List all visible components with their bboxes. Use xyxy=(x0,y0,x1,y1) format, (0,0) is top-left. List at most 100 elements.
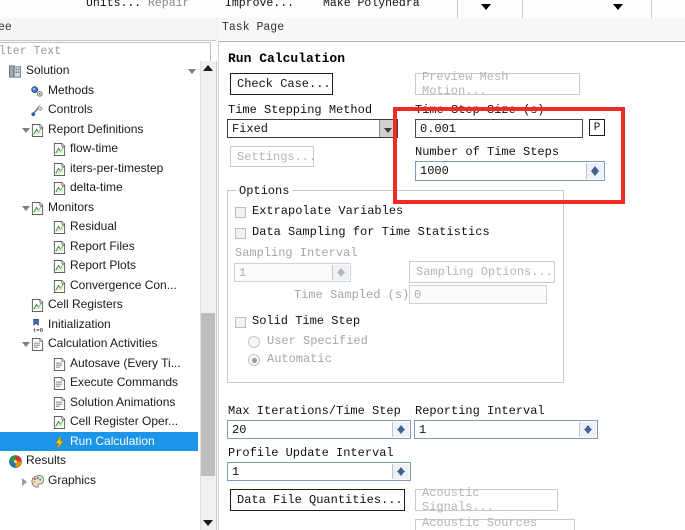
tree-item-initialization[interactable]: t=0 Initialization xyxy=(0,315,198,335)
activity-icon xyxy=(52,396,66,410)
task-page: Run Calculation Check Case... Preview Me… xyxy=(218,41,685,530)
scrollbar-thumb[interactable] xyxy=(201,313,215,476)
twisty-collapsed-icon[interactable] xyxy=(22,477,27,486)
tree-item-flow-time[interactable]: flow-time xyxy=(0,139,198,159)
activity-icon xyxy=(30,337,44,352)
profile-update-interval-input[interactable]: 1 xyxy=(227,462,411,481)
tree-item-report-definitions[interactable]: Report Definitions xyxy=(0,120,198,140)
reporting-interval-input[interactable]: 1 xyxy=(414,420,598,439)
max-iterations-input[interactable]: 20 xyxy=(227,420,411,439)
automatic-label[interactable]: Automatic xyxy=(267,352,332,366)
solid-time-step-checkbox[interactable] xyxy=(235,317,246,328)
user-specified-label[interactable]: User Specified xyxy=(267,334,368,348)
chevron-down-icon[interactable] xyxy=(613,4,623,10)
report-icon xyxy=(52,259,66,274)
tree-item-label: Residual xyxy=(70,219,117,233)
number-of-time-steps-label: Number of Time Steps xyxy=(415,145,560,159)
tree-item-label: Execute Commands xyxy=(70,375,179,389)
profile-button[interactable]: P xyxy=(589,119,605,136)
tree-panel-header: ee xyxy=(0,18,216,41)
toolbar-item-make-polyhedra[interactable]: Make Polyhedra xyxy=(323,0,420,10)
tree-item-label: Autosave (Every Ti... xyxy=(70,355,181,370)
solid-time-step-label[interactable]: Solid Time Step xyxy=(252,314,360,328)
tree-item-execute-commands[interactable]: Execute Commands xyxy=(0,373,198,393)
profile-update-interval-value: 1 xyxy=(232,464,240,479)
tree-item-monitors[interactable]: Monitors xyxy=(0,198,198,218)
data-sampling-checkbox[interactable] xyxy=(235,228,246,239)
sampling-interval-stepper[interactable] xyxy=(332,265,349,280)
tree-item-graphics[interactable]: Graphics xyxy=(0,471,198,491)
scroll-down-icon[interactable] xyxy=(203,520,213,526)
report-icon xyxy=(52,162,66,176)
tree-item-label: Solution Animations xyxy=(70,394,176,409)
tree-item-methods[interactable]: Methods xyxy=(0,81,198,101)
max-iterations-value: 20 xyxy=(232,422,247,437)
acoustic-signals-button[interactable]: Acoustic Signals... xyxy=(415,486,558,514)
tree-item-label: Run Calculation xyxy=(70,433,155,448)
tree-item-solution[interactable]: Solution xyxy=(0,61,198,81)
tree-item-run-calculation[interactable]: Run Calculation xyxy=(0,431,198,451)
report-icon xyxy=(52,220,66,235)
sampling-interval-value: 1 xyxy=(239,265,247,280)
sampling-options-button[interactable]: Sampling Options... xyxy=(409,261,555,283)
data-sampling-label[interactable]: Data Sampling for Time Statistics xyxy=(252,225,490,239)
automatic-radio[interactable] xyxy=(248,354,260,366)
twisty-expanded-icon[interactable] xyxy=(188,69,196,74)
reporting-interval-stepper[interactable] xyxy=(579,422,596,437)
chevron-down-icon[interactable] xyxy=(481,4,491,10)
sampling-interval-label: Sampling Interval xyxy=(235,246,358,260)
tree-item-delta-time[interactable]: delta-time xyxy=(0,178,198,198)
tree-item-cell-registers[interactable]: Cell Registers xyxy=(0,295,198,315)
time-stepping-method-select[interactable]: Fixed xyxy=(227,119,398,138)
tree-item-calculation-activities[interactable]: Calculation Activities xyxy=(0,334,198,354)
max-iterations-stepper[interactable] xyxy=(392,422,409,437)
extrapolate-variables-checkbox[interactable] xyxy=(235,207,246,218)
twisty-expanded-icon[interactable] xyxy=(22,205,30,211)
tree-item-results[interactable]: Results xyxy=(0,451,198,471)
settings-button[interactable]: Settings... xyxy=(230,146,316,167)
tree-item-label: Cell Registers xyxy=(48,297,123,311)
tree-item-cell-register-oper[interactable]: Cell Register Oper... xyxy=(0,412,198,432)
tree-item-autosave-every-ti[interactable]: Autosave (Every Ti... xyxy=(0,354,198,374)
toolbar-item-units[interactable]: Units... xyxy=(86,0,141,10)
time-step-size-value: 0.001 xyxy=(420,121,457,136)
tree-item-label: iters-per-timestep xyxy=(70,160,164,175)
preview-mesh-motion-button[interactable]: Preview Mesh Motion... xyxy=(415,70,580,98)
tree-item-report-files[interactable]: Report Files xyxy=(0,237,198,257)
report-icon xyxy=(52,181,66,196)
controls-icon xyxy=(30,103,44,117)
time-step-size-input[interactable]: 0.001 xyxy=(415,119,583,138)
twisty-expanded-icon[interactable] xyxy=(22,342,30,347)
tree-scrollbar[interactable] xyxy=(200,61,216,530)
extrapolate-variables-label[interactable]: Extrapolate Variables xyxy=(252,204,403,218)
profile-update-interval-stepper[interactable] xyxy=(392,464,409,479)
tree-item-label: Report Files xyxy=(70,238,135,253)
tree-item-residual[interactable]: Residual xyxy=(0,217,198,237)
tree-item-convergence-con[interactable]: Convergence Con... xyxy=(0,276,198,296)
tree-item-controls[interactable]: Controls xyxy=(0,100,198,120)
tree-item-label: Graphics xyxy=(48,472,97,487)
check-case-button[interactable]: Check Case... xyxy=(230,73,333,95)
twisty-expanded-icon[interactable] xyxy=(22,127,30,133)
outline-tree-panel[interactable]: Solution Methods Controls Report Definition… xyxy=(0,61,217,530)
acoustic-sources-fft-button[interactable]: Acoustic Sources FFT... xyxy=(415,516,575,530)
sampling-interval-input[interactable]: 1 xyxy=(234,263,351,282)
data-file-quantities-button[interactable]: Data File Quantities... xyxy=(230,489,405,511)
solution-icon xyxy=(8,64,22,78)
toolbar-item-improve[interactable]: Improve... xyxy=(225,0,294,10)
scroll-up-icon[interactable] xyxy=(203,65,213,71)
user-specified-radio[interactable] xyxy=(248,336,260,348)
tree-item-label: Report Plots xyxy=(70,258,137,272)
reporting-interval-label: Reporting Interval xyxy=(415,404,545,418)
time-sampled-input[interactable]: 0 xyxy=(409,285,547,304)
number-of-time-steps-stepper[interactable] xyxy=(586,163,603,179)
tree-filter-input[interactable]: lter Text xyxy=(0,42,211,62)
toolbar-item-repair[interactable]: Repair xyxy=(148,0,189,10)
report-icon xyxy=(52,240,66,254)
tree-item-solution-animations[interactable]: Solution Animations xyxy=(0,393,198,413)
report-icon xyxy=(30,298,44,313)
chevron-down-icon[interactable] xyxy=(379,120,397,137)
tree-item-report-plots[interactable]: Report Plots xyxy=(0,256,198,276)
number-of-time-steps-input[interactable]: 1000 xyxy=(415,161,605,181)
tree-item-iters-per-timestep[interactable]: iters-per-timestep xyxy=(0,159,198,179)
